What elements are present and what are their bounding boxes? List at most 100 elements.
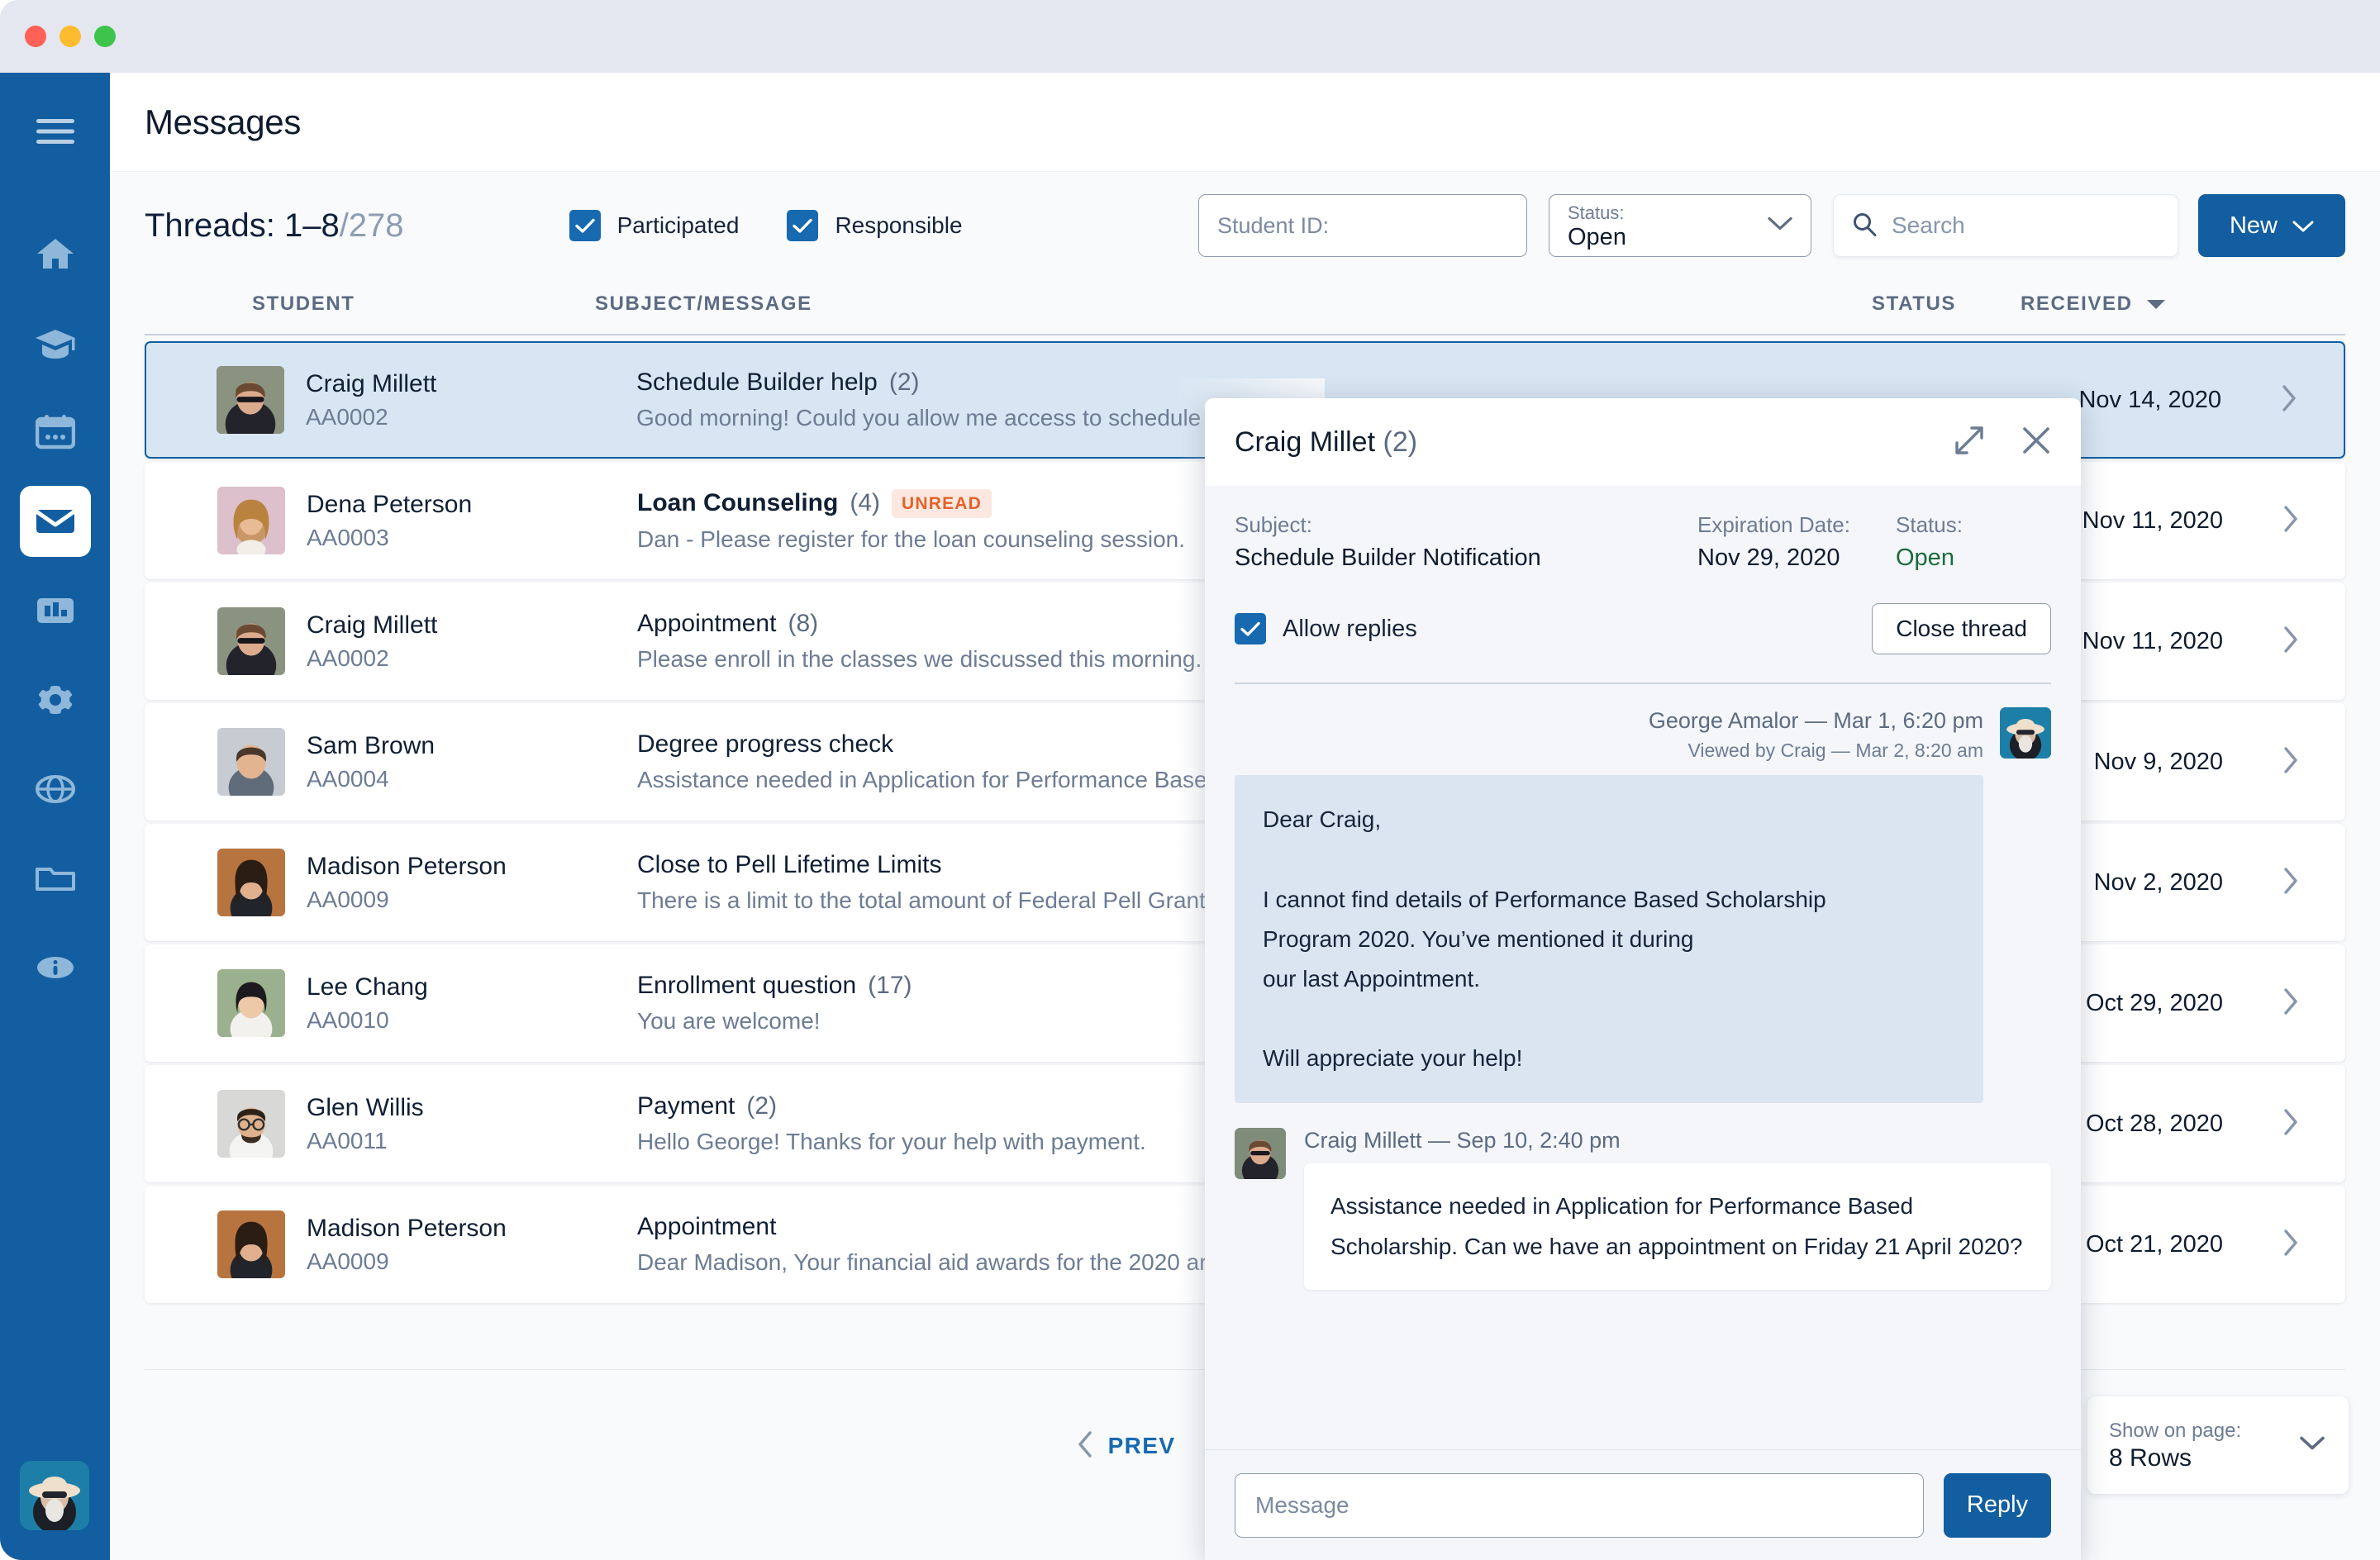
hamburger-menu-icon[interactable]	[20, 96, 91, 167]
chevron-right-icon[interactable]	[2282, 1108, 2299, 1139]
sidebar-item-calendar[interactable]	[20, 397, 91, 468]
close-icon[interactable]	[2021, 426, 2051, 459]
rows-per-page-value: 8 Rows	[2109, 1443, 2192, 1472]
sidebar-item-settings[interactable]	[20, 664, 91, 735]
status-select-value: Open	[1568, 224, 1626, 251]
column-header-status[interactable]: STATUS	[1872, 292, 1956, 316]
student-name: Craig Millett	[306, 369, 437, 397]
subject-text: Loan Counseling	[637, 489, 839, 516]
prev-page-label: PREV	[1107, 1433, 1176, 1458]
message-avatar	[2000, 706, 2051, 759]
thread-status-label: Status:	[1896, 512, 1963, 537]
responsible-checkbox[interactable]: Responsible	[787, 210, 963, 241]
search-placeholder: Search	[1892, 212, 1965, 238]
search-input[interactable]: Search	[1833, 194, 2178, 257]
avatar	[217, 607, 285, 675]
chevron-right-icon[interactable]	[2282, 505, 2299, 536]
subject-count: (8)	[788, 610, 819, 637]
student-name: Madison Peterson	[307, 852, 507, 880]
student-cell: Dena Peterson AA0003	[307, 491, 637, 551]
sidebar-item-home[interactable]	[20, 218, 91, 289]
panel-actions	[1954, 425, 2051, 460]
student-id-placeholder: Student ID:	[1217, 212, 1330, 238]
student-id: AA0002	[307, 644, 389, 671]
thread-expiration-value: Nov 29, 2020	[1697, 545, 1840, 571]
reply-message-input[interactable]: Message	[1235, 1472, 1924, 1538]
student-id: AA0009	[307, 1248, 389, 1274]
panel-title-count: (2)	[1383, 426, 1418, 458]
chevron-right-icon[interactable]	[2281, 384, 2297, 416]
received-date: Oct 29, 2020	[2085, 989, 2223, 1016]
student-cell: Sam Brown AA0004	[307, 732, 637, 792]
message-body: Assistance needed in Application for Per…	[1304, 1163, 2051, 1290]
allow-replies-row: Allow replies Close thread	[1235, 603, 2051, 654]
avatar	[217, 366, 284, 434]
received-date: Oct 28, 2020	[2085, 1110, 2223, 1137]
window-titlebar	[0, 0, 2380, 73]
subject-count: (2)	[888, 369, 920, 396]
allow-replies-checkbox[interactable]: Allow replies	[1235, 613, 1417, 644]
message-author-time: Craig Millett — Sep 10, 2:40 pm	[1304, 1128, 1621, 1153]
threads-total: /278	[339, 207, 404, 244]
student-cell: Glen Willis AA0011	[307, 1094, 637, 1154]
student-name: Sam Brown	[307, 731, 436, 759]
chevron-down-icon	[2299, 1436, 2325, 1455]
chevron-right-icon[interactable]	[2282, 1229, 2299, 1260]
user-avatar[interactable]	[20, 1461, 89, 1530]
student-name: Craig Millett	[307, 611, 438, 639]
reply-button[interactable]: Reply	[1944, 1472, 2051, 1538]
page-title: Messages	[145, 102, 302, 141]
subject-text: Enrollment question	[637, 972, 857, 999]
message-author-time: George Amalor — Mar 1, 6:20 pm	[1648, 707, 1983, 733]
student-id-input[interactable]: Student ID:	[1198, 194, 1527, 257]
subject-text: Payment	[637, 1092, 735, 1120]
panel-header: Craig Millet (2)	[1205, 398, 2081, 486]
panel-title: Craig Millet (2)	[1235, 426, 1417, 459]
message-incoming: Craig Millett — Sep 10, 2:40 pm Assistan…	[1235, 1128, 2051, 1290]
student-name: Glen Willis	[307, 1093, 424, 1121]
sidebar-item-files[interactable]	[20, 843, 91, 914]
checkbox-checked-icon	[569, 210, 601, 241]
thread-subject: Subject: Schedule Builder Notification	[1235, 512, 1697, 572]
toolbar: Threads: 1–8/278 Participated Responsibl…	[110, 172, 2380, 279]
window-minimize-button[interactable]	[60, 26, 81, 47]
window-close-button[interactable]	[25, 26, 46, 47]
chevron-right-icon[interactable]	[2282, 746, 2299, 778]
sidebar-item-messages[interactable]	[19, 486, 91, 557]
subject-count: (2)	[746, 1092, 778, 1120]
thread-meta-row: Subject: Schedule Builder Notification E…	[1235, 512, 2051, 572]
student-id: AA0004	[307, 765, 389, 792]
window-maximize-button[interactable]	[94, 26, 116, 47]
column-header-student[interactable]: STUDENT	[252, 292, 355, 316]
received-date: Nov 14, 2020	[2078, 386, 2221, 413]
subject-text: Close to Pell Lifetime Limits	[637, 851, 942, 878]
chevron-right-icon[interactable]	[2282, 987, 2299, 1019]
avatar	[217, 728, 285, 796]
new-button[interactable]: New	[2198, 194, 2345, 257]
sidebar-item-web[interactable]	[20, 754, 91, 825]
student-id: AA0002	[306, 403, 388, 430]
received-date: Oct 21, 2020	[2085, 1230, 2223, 1258]
message-outgoing: George Amalor — Mar 1, 6:20 pm Viewed by…	[1235, 706, 2051, 1104]
rows-per-page-select[interactable]: Show on page: 8 Rows	[2087, 1396, 2349, 1494]
avatar	[217, 1090, 285, 1158]
close-thread-button[interactable]: Close thread	[1872, 603, 2051, 654]
received-date: Nov 11, 2020	[2082, 507, 2223, 534]
thread-status: Status: Open	[1896, 512, 1963, 572]
student-cell: Lee Chang AA0010	[307, 973, 637, 1034]
sidebar-item-info[interactable]	[20, 932, 91, 1003]
subject-text: Appointment	[637, 610, 777, 637]
sidebar-item-reports[interactable]	[20, 575, 91, 646]
student-id: AA0010	[307, 1006, 389, 1033]
student-name: Dena Peterson	[307, 490, 473, 518]
prev-page-button[interactable]: PREV	[1077, 1430, 1176, 1462]
status-select[interactable]: Status: Open	[1549, 194, 1811, 257]
chevron-right-icon[interactable]	[2282, 625, 2299, 657]
sidebar-item-academics[interactable]	[20, 307, 91, 378]
participated-checkbox[interactable]: Participated	[569, 210, 739, 241]
column-header-received[interactable]: RECEIVED	[2021, 292, 2166, 316]
chevron-right-icon[interactable]	[2282, 867, 2299, 898]
chevron-left-icon	[1077, 1430, 1093, 1462]
column-header-subject[interactable]: SUBJECT/MESSAGE	[595, 292, 812, 316]
expand-icon[interactable]	[1954, 425, 1985, 460]
